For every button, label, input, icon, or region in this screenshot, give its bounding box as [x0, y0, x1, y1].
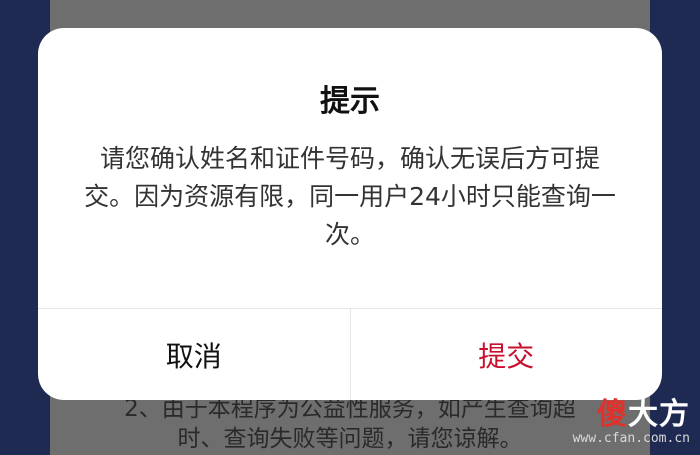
- cancel-button[interactable]: 取消: [38, 309, 351, 400]
- dialog-button-bar: 取消 提交: [38, 308, 662, 400]
- watermark-logo-rest: 大方: [628, 397, 690, 432]
- watermark-logo-first: 傻: [597, 397, 628, 432]
- watermark-logo: 傻大方: [573, 399, 690, 431]
- screen: 2、由于本程序为公益性服务，如产生查询超 时、查询失败等问题，请您谅解。 提示 …: [0, 0, 700, 455]
- background-notice-line-2: 时、查询失败等问题，请您谅解。: [177, 426, 523, 452]
- confirm-dialog: 提示 请您确认姓名和证件号码，确认无误后方可提交。因为资源有限，同一用户24小时…: [38, 28, 662, 400]
- dialog-title: 提示: [320, 84, 380, 119]
- watermark-url: www.cfan.com.cn: [572, 431, 690, 446]
- watermark: 傻大方 www.cfan.com.cn: [573, 399, 690, 447]
- submit-button[interactable]: 提交: [351, 309, 663, 400]
- dialog-message: 请您确认姓名和证件号码，确认无误后方可提交。因为资源有限，同一用户24小时只能查…: [84, 144, 616, 249]
